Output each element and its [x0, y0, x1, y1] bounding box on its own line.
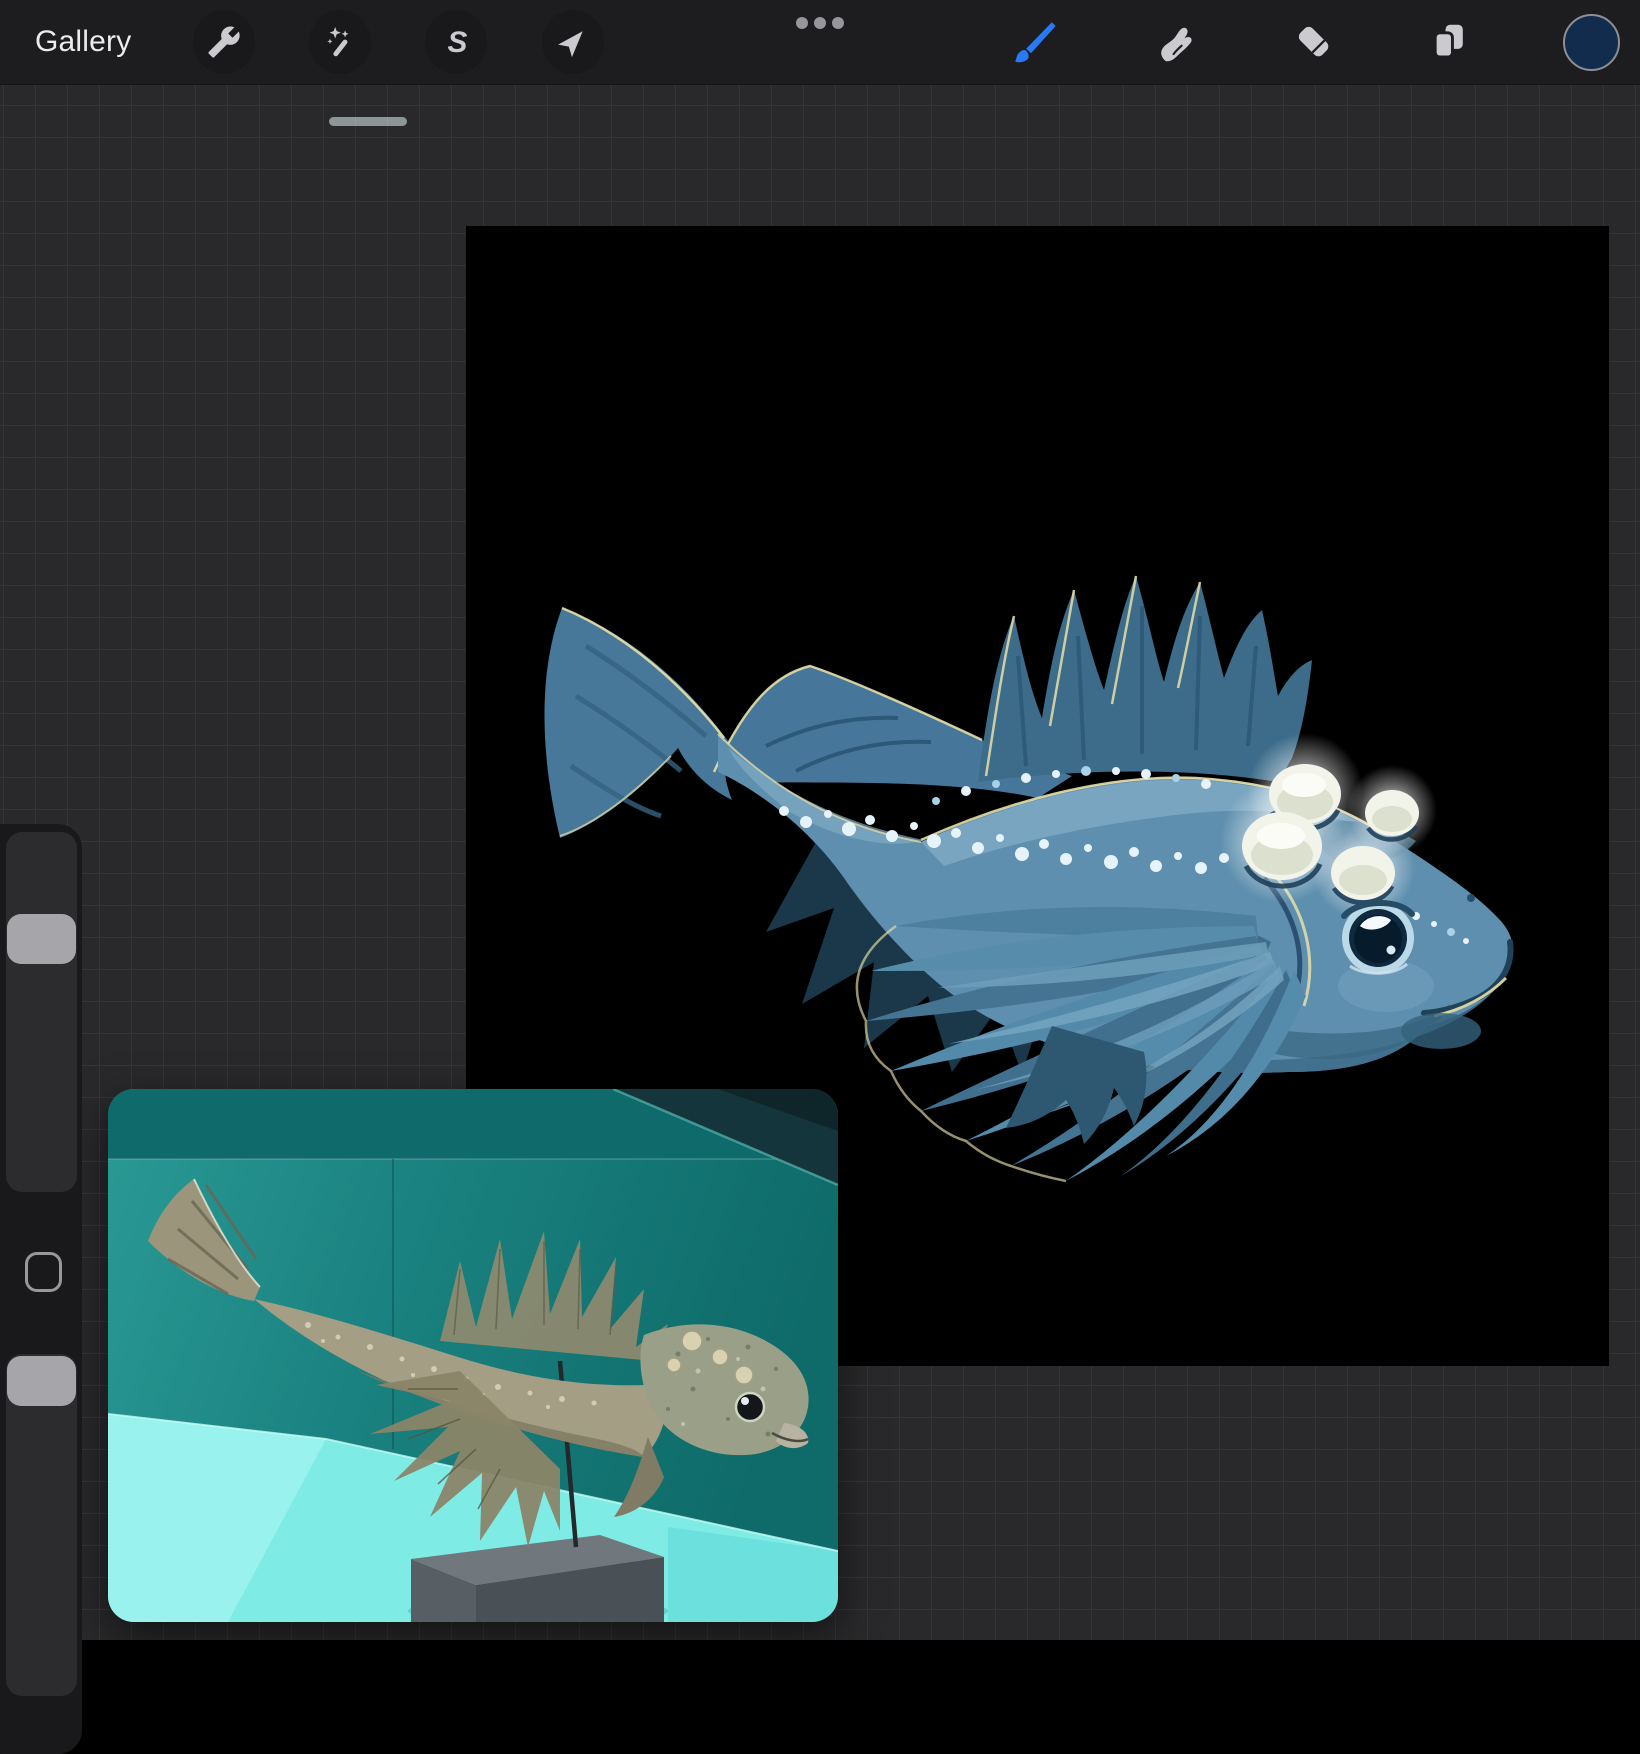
paintbrush-icon: [1015, 22, 1056, 63]
smudge-tool-button[interactable]: [1147, 16, 1199, 68]
actions-button[interactable]: [193, 10, 255, 74]
specimen-eye: [734, 1391, 766, 1423]
adjustments-button[interactable]: [309, 10, 371, 74]
smudge-finger-icon: [1161, 27, 1192, 62]
layers-button[interactable]: [1423, 16, 1475, 68]
ellipsis-icon[interactable]: [796, 17, 844, 29]
brush-sidebar: [0, 824, 82, 1754]
modify-button[interactable]: [25, 1252, 62, 1292]
arrow-cursor-icon: [558, 31, 583, 58]
brush-size-handle[interactable]: [7, 914, 76, 964]
svg-text:S: S: [447, 26, 467, 59]
erase-tool-button[interactable]: [1288, 16, 1340, 68]
workspace-background: [0, 84, 1640, 1754]
top-toolbar: Gallery S: [0, 0, 1640, 85]
eraser-icon: [1298, 26, 1329, 57]
selection-button[interactable]: S: [425, 10, 487, 74]
fish-spiky-dorsal-fin: [978, 575, 1312, 782]
wrench-icon: [208, 26, 240, 58]
fish-eye: [1341, 900, 1415, 975]
brush-size-slider[interactable]: [6, 832, 77, 1192]
layers-icon: [1433, 24, 1463, 59]
reference-image-window[interactable]: [108, 1089, 838, 1622]
reference-photo: [108, 1089, 838, 1622]
transform-button[interactable]: [542, 10, 604, 74]
magic-wand-icon: [327, 26, 349, 57]
color-swatch[interactable]: [1563, 14, 1620, 71]
brush-opacity-handle[interactable]: [7, 1356, 76, 1406]
fish-tail-fin: [544, 606, 732, 838]
reference-window-drag-handle[interactable]: [329, 117, 407, 126]
paint-tool-button[interactable]: [1008, 16, 1060, 68]
fish-nostril: [1467, 894, 1475, 902]
gallery-button[interactable]: Gallery: [35, 0, 131, 84]
selection-ribbon-icon: S: [447, 26, 467, 59]
